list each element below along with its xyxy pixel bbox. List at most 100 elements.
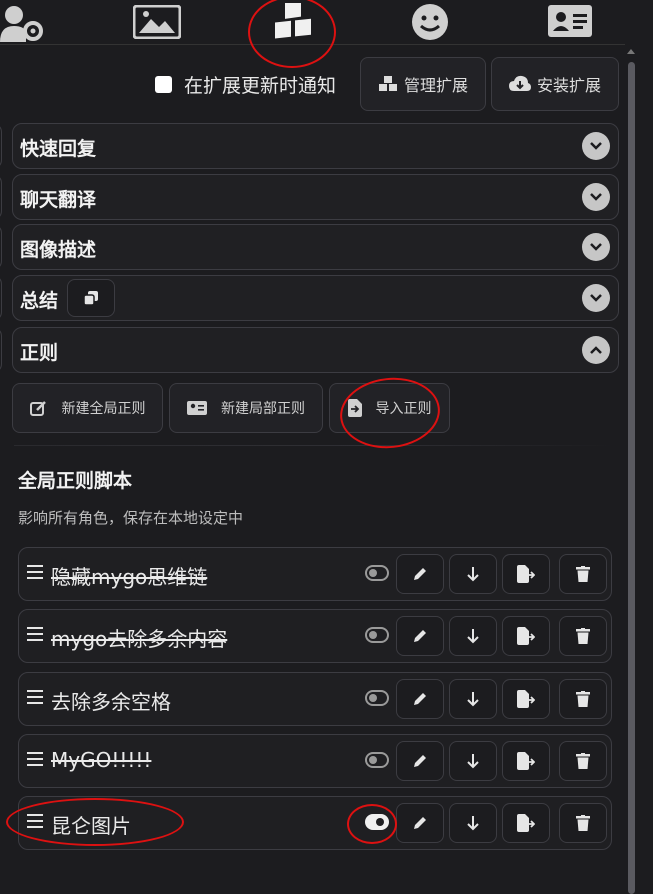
import-regex-button[interactable]: 导入正则 — [329, 383, 450, 433]
scrollbar[interactable] — [625, 44, 637, 894]
trash-icon — [576, 815, 590, 831]
regex-script-name: 去除多余空格 — [51, 690, 171, 714]
install-extensions-button[interactable]: 安装扩展 — [491, 57, 619, 111]
edit-icon — [29, 401, 46, 416]
edit-script-button[interactable] — [396, 803, 444, 843]
drag-handle-icon[interactable] — [27, 564, 45, 584]
trash-icon — [576, 566, 590, 582]
pencil-icon — [414, 693, 426, 705]
drag-handle-icon[interactable] — [27, 626, 45, 646]
export-script-button[interactable] — [502, 679, 550, 719]
delete-script-button[interactable] — [559, 803, 607, 843]
copy-icon — [83, 291, 98, 306]
regex-script-row: mygo去除多余内容 — [18, 609, 612, 663]
id-card-icon[interactable] — [548, 5, 592, 41]
summary-copy-button[interactable] — [67, 279, 115, 317]
arrow-down-icon — [467, 567, 479, 582]
trash-icon — [576, 691, 590, 707]
regex-script-row: 昆仑图片 — [18, 796, 612, 850]
notify-checkbox[interactable] — [155, 75, 172, 93]
global-regex-section-desc: 影响所有角色，保存在本地设定中 — [18, 509, 244, 527]
script-toggle[interactable] — [365, 690, 389, 706]
pencil-icon — [414, 755, 426, 767]
left-panel-edge — [0, 327, 2, 373]
regex-script-name: 隐藏mygo思维链 — [51, 565, 208, 589]
user-gear-icon[interactable] — [0, 2, 46, 46]
image-icon[interactable] — [132, 4, 182, 43]
smile-icon[interactable] — [410, 3, 450, 45]
pencil-icon — [414, 630, 426, 642]
manage-extensions-button[interactable]: 管理扩展 — [360, 57, 486, 111]
regex-script-row: 去除多余空格 — [18, 672, 612, 726]
new-local-regex-label: 新建局部正则 — [221, 401, 305, 417]
file-export-icon — [517, 565, 535, 583]
drag-handle-icon[interactable] — [27, 813, 45, 833]
regex-script-name: MyGO!!!!! — [51, 748, 152, 772]
top-nav-bar — [0, 0, 625, 45]
notify-label: 在扩展更新时通知 — [184, 74, 337, 97]
scroll-up-arrow[interactable] — [627, 49, 635, 54]
drawer-regex[interactable]: 正则 — [0, 327, 619, 373]
delete-script-button[interactable] — [559, 741, 607, 781]
move-down-button[interactable] — [449, 616, 497, 656]
cubes-small-icon — [378, 76, 397, 91]
script-toggle[interactable] — [365, 565, 389, 581]
regex-script-name: 昆仑图片 — [51, 814, 131, 838]
export-script-button[interactable] — [502, 741, 550, 781]
chevron-down-icon[interactable] — [582, 183, 610, 211]
file-export-icon — [517, 690, 535, 708]
move-down-button[interactable] — [449, 741, 497, 781]
drawer-summary[interactable]: 总结 — [0, 275, 619, 321]
drag-handle-icon[interactable] — [27, 751, 45, 771]
chevron-down-icon[interactable] — [582, 132, 610, 160]
divider — [14, 445, 614, 446]
file-export-icon — [517, 814, 535, 832]
edit-script-button[interactable] — [396, 616, 444, 656]
trash-icon — [576, 628, 590, 644]
chevron-up-icon[interactable] — [582, 336, 610, 364]
cubes-icon[interactable] — [270, 0, 316, 47]
chevron-down-icon[interactable] — [582, 233, 610, 261]
regex-script-row: 隐藏mygo思维链 — [18, 547, 612, 601]
script-toggle[interactable] — [365, 814, 389, 830]
move-down-button[interactable] — [449, 679, 497, 719]
chevron-down-icon[interactable] — [582, 284, 610, 312]
id-card-icon — [187, 401, 207, 415]
scroll-thumb[interactable] — [628, 62, 635, 894]
left-panel-edge — [0, 123, 2, 169]
new-local-regex-button[interactable]: 新建局部正则 — [169, 383, 323, 433]
edit-script-button[interactable] — [396, 554, 444, 594]
file-import-icon — [347, 399, 362, 417]
delete-script-button[interactable] — [559, 616, 607, 656]
left-panel-edge — [0, 224, 2, 270]
move-down-button[interactable] — [449, 554, 497, 594]
cloud-download-icon — [508, 75, 531, 91]
edit-script-button[interactable] — [396, 741, 444, 781]
left-panel-edge — [0, 275, 2, 321]
import-regex-label: 导入正则 — [375, 401, 432, 417]
install-extensions-label: 安装扩展 — [536, 76, 601, 95]
regex-script-row: MyGO!!!!! — [18, 734, 612, 788]
new-global-regex-button[interactable]: 新建全局正则 — [12, 383, 163, 433]
pencil-icon — [414, 568, 426, 580]
drawer-title: 总结 — [20, 290, 59, 312]
drawer-title: 正则 — [20, 342, 59, 364]
drawer-image-caption[interactable]: 图像描述 — [0, 224, 619, 270]
export-script-button[interactable] — [502, 554, 550, 594]
move-down-button[interactable] — [449, 803, 497, 843]
export-script-button[interactable] — [502, 803, 550, 843]
drag-handle-icon[interactable] — [27, 689, 45, 709]
export-script-button[interactable] — [502, 616, 550, 656]
drawer-quick-reply[interactable]: 快速回复 — [0, 123, 619, 169]
delete-script-button[interactable] — [559, 554, 607, 594]
global-regex-section-title: 全局正则脚本 — [18, 470, 133, 492]
trash-icon — [576, 753, 590, 769]
notify-row: 在扩展更新时通知 — [155, 58, 342, 110]
file-export-icon — [517, 627, 535, 645]
drawer-chat-translation[interactable]: 聊天翻译 — [0, 174, 619, 220]
script-toggle[interactable] — [365, 627, 389, 643]
script-toggle[interactable] — [365, 752, 389, 768]
delete-script-button[interactable] — [559, 679, 607, 719]
drawer-title: 快速回复 — [20, 138, 97, 160]
edit-script-button[interactable] — [396, 679, 444, 719]
